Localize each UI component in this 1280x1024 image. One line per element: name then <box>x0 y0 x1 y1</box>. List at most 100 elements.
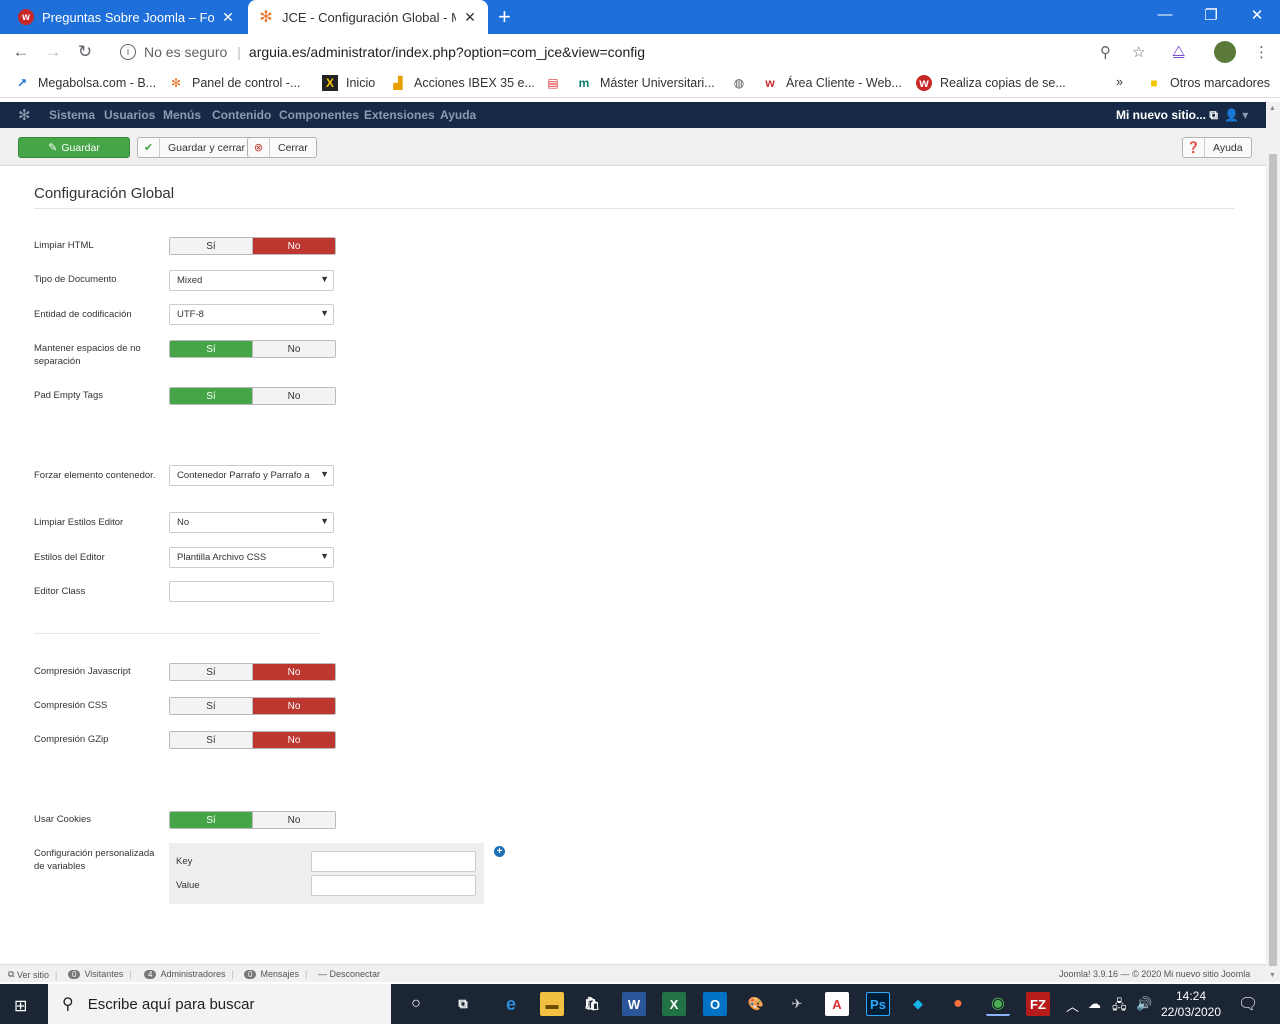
estilos-editor-select[interactable]: Plantilla Archivo CSS ▼ <box>169 547 334 568</box>
toggle-no[interactable]: No <box>252 698 335 714</box>
firefox-icon[interactable]: ● <box>946 992 970 1016</box>
help-button[interactable]: ❓ Ayuda <box>1182 137 1252 158</box>
scroll-down-icon[interactable]: ▼ <box>1269 972 1276 979</box>
toggle-no[interactable]: No <box>252 341 335 357</box>
save-button[interactable]: ✎ Guardar <box>18 137 130 158</box>
onedrive-icon[interactable]: ☁ <box>1088 996 1101 1012</box>
scroll-up-icon[interactable]: ▲ <box>1269 105 1276 112</box>
menu-extensiones[interactable]: Extensiones <box>364 108 435 122</box>
new-tab-button[interactable]: + <box>498 6 511 28</box>
messages-status[interactable]: 0 Mensajes | <box>244 969 313 979</box>
compresion-gzip-toggle[interactable]: Sí No <box>169 731 336 749</box>
toggle-no[interactable]: No <box>252 664 335 680</box>
user-menu-icon[interactable]: 👤 ▾ <box>1224 108 1248 122</box>
store-icon[interactable]: 🛍 <box>580 992 604 1016</box>
mantener-espacios-toggle[interactable]: Sí No <box>169 340 336 358</box>
restore-icon[interactable]: ❐ <box>1196 6 1226 24</box>
toggle-yes[interactable]: Sí <box>170 732 252 748</box>
toggle-yes[interactable]: Sí <box>170 341 252 357</box>
entidad-codificacion-select[interactable]: UTF-8 ▼ <box>169 304 334 325</box>
chevron-up-icon[interactable]: ︿ <box>1066 996 1079 1015</box>
outlook-icon[interactable]: O <box>703 992 727 1016</box>
file-explorer-icon[interactable]: ▬ <box>540 992 564 1016</box>
limpiar-estilos-select[interactable]: No ▼ <box>169 512 334 533</box>
notifications-icon[interactable]: 🗨 <box>1238 994 1258 1014</box>
bookmark-item[interactable]: ▤ <box>545 75 569 91</box>
url-text[interactable]: arguia.es/administrator/index.php?option… <box>249 44 645 60</box>
view-site-link[interactable]: ⧉ Ver sitio | <box>8 969 63 980</box>
bookmark-item[interactable]: w Realiza copias de se... <box>916 75 1066 91</box>
close-button[interactable]: ⊗ Cerrar <box>247 137 317 158</box>
close-tab-icon[interactable]: ✕ <box>462 9 478 26</box>
paint-icon[interactable]: 🎨 <box>744 992 768 1016</box>
omnibox[interactable]: i No es seguro | arguia.es/administrator… <box>108 38 1160 66</box>
windows-start-icon[interactable]: ⊞ <box>14 996 27 1016</box>
acrobat-icon[interactable]: A <box>825 992 849 1016</box>
custom-value-input[interactable] <box>311 875 476 896</box>
toggle-no[interactable]: No <box>252 238 335 254</box>
volume-icon[interactable]: 🔊 <box>1136 996 1152 1012</box>
bookmark-item[interactable]: w Área Cliente - Web... <box>762 75 901 91</box>
task-view-icon[interactable]: ⧉ <box>451 992 475 1016</box>
browser-tab-active[interactable]: ✻ JCE - Configuración Global - Mi n ✕ <box>248 0 488 34</box>
extension-icon[interactable]: ⧋ <box>1172 43 1185 60</box>
reload-icon[interactable]: ↻ <box>74 42 96 62</box>
bookmark-item[interactable]: X Inicio <box>322 75 375 91</box>
menu-usuarios[interactable]: Usuarios <box>104 108 155 122</box>
compresion-js-toggle[interactable]: Sí No <box>169 663 336 681</box>
close-window-icon[interactable]: ✕ <box>1242 6 1272 24</box>
editor-class-input[interactable] <box>169 581 334 602</box>
visitors-status[interactable]: 0 Visitantes | <box>68 969 138 979</box>
excel-icon[interactable]: X <box>662 992 686 1016</box>
site-link[interactable]: Mi nuevo sitio... ⧉ <box>1116 108 1218 123</box>
limpiar-html-toggle[interactable]: Sí No <box>169 237 336 255</box>
taskbar-search[interactable]: ⚲ Escribe aquí para buscar <box>48 984 391 1024</box>
cortana-icon[interactable]: ○ <box>404 992 428 1016</box>
logout-link[interactable]: — Desconectar <box>318 969 380 979</box>
save-close-button[interactable]: ✔ Guardar y cerrar <box>137 137 255 158</box>
taskbar-clock[interactable]: 14:24 22/03/2020 <box>1160 988 1222 1020</box>
close-tab-icon[interactable]: ✕ <box>220 9 236 26</box>
app-icon[interactable]: ✈ <box>785 992 809 1016</box>
forzar-elemento-select[interactable]: Contenedor Parrafo y Parrafo a ▼ <box>169 465 334 486</box>
word-icon[interactable]: W <box>622 992 646 1016</box>
scrollbar-thumb[interactable] <box>1269 154 1277 966</box>
admins-status[interactable]: 4 Administradores | <box>144 969 240 979</box>
toggle-no[interactable]: No <box>252 812 335 828</box>
toggle-yes[interactable]: Sí <box>170 698 252 714</box>
toggle-yes[interactable]: Sí <box>170 388 252 404</box>
usar-cookies-toggle[interactable]: Sí No <box>169 811 336 829</box>
menu-ayuda[interactable]: Ayuda <box>440 108 476 122</box>
menu-kebab-icon[interactable]: ⋮ <box>1254 43 1269 61</box>
menu-menus[interactable]: Menús <box>163 108 201 122</box>
minimize-icon[interactable]: — <box>1150 6 1180 23</box>
chrome-icon[interactable]: ◉ <box>986 992 1010 1016</box>
forward-icon[interactable]: → <box>42 42 64 62</box>
menu-contenido[interactable]: Contenido <box>212 108 271 122</box>
photoshop-icon[interactable]: Ps <box>866 992 890 1016</box>
toggle-no[interactable]: No <box>252 388 335 404</box>
info-icon[interactable]: i <box>120 44 136 60</box>
network-icon[interactable]: 🖧 <box>1112 996 1127 1018</box>
bookmark-item[interactable]: ◍ <box>731 75 755 91</box>
tipo-documento-select[interactable]: Mixed ▼ <box>169 270 334 291</box>
custom-key-input[interactable] <box>311 851 476 872</box>
joomla-logo-icon[interactable]: ✻ <box>18 106 31 124</box>
bookmark-item[interactable]: m Máster Universitari... <box>576 75 715 91</box>
bookmark-item[interactable]: ✻ Panel de control -... <box>168 75 300 91</box>
filezilla-icon[interactable]: FZ <box>1026 992 1050 1016</box>
back-icon[interactable]: ← <box>10 42 32 62</box>
bookmark-item[interactable]: ↗ Megabolsa.com - B... <box>14 75 156 91</box>
other-bookmarks-folder[interactable]: ■ Otros marcadores <box>1146 75 1270 91</box>
toggle-yes[interactable]: Sí <box>170 664 252 680</box>
compresion-css-toggle[interactable]: Sí No <box>169 697 336 715</box>
bookmarks-overflow-button[interactable]: » <box>1116 75 1123 89</box>
menu-sistema[interactable]: Sistema <box>49 108 95 122</box>
bookmark-star-icon[interactable]: ☆ <box>1132 43 1145 61</box>
kodi-icon[interactable]: ◆ <box>906 992 930 1016</box>
page-scrollbar[interactable]: ▲ ▼ <box>1266 102 1280 982</box>
edge-icon[interactable]: e <box>499 992 523 1016</box>
toggle-no[interactable]: No <box>252 732 335 748</box>
toggle-yes[interactable]: Sí <box>170 812 252 828</box>
profile-avatar[interactable] <box>1214 41 1236 63</box>
